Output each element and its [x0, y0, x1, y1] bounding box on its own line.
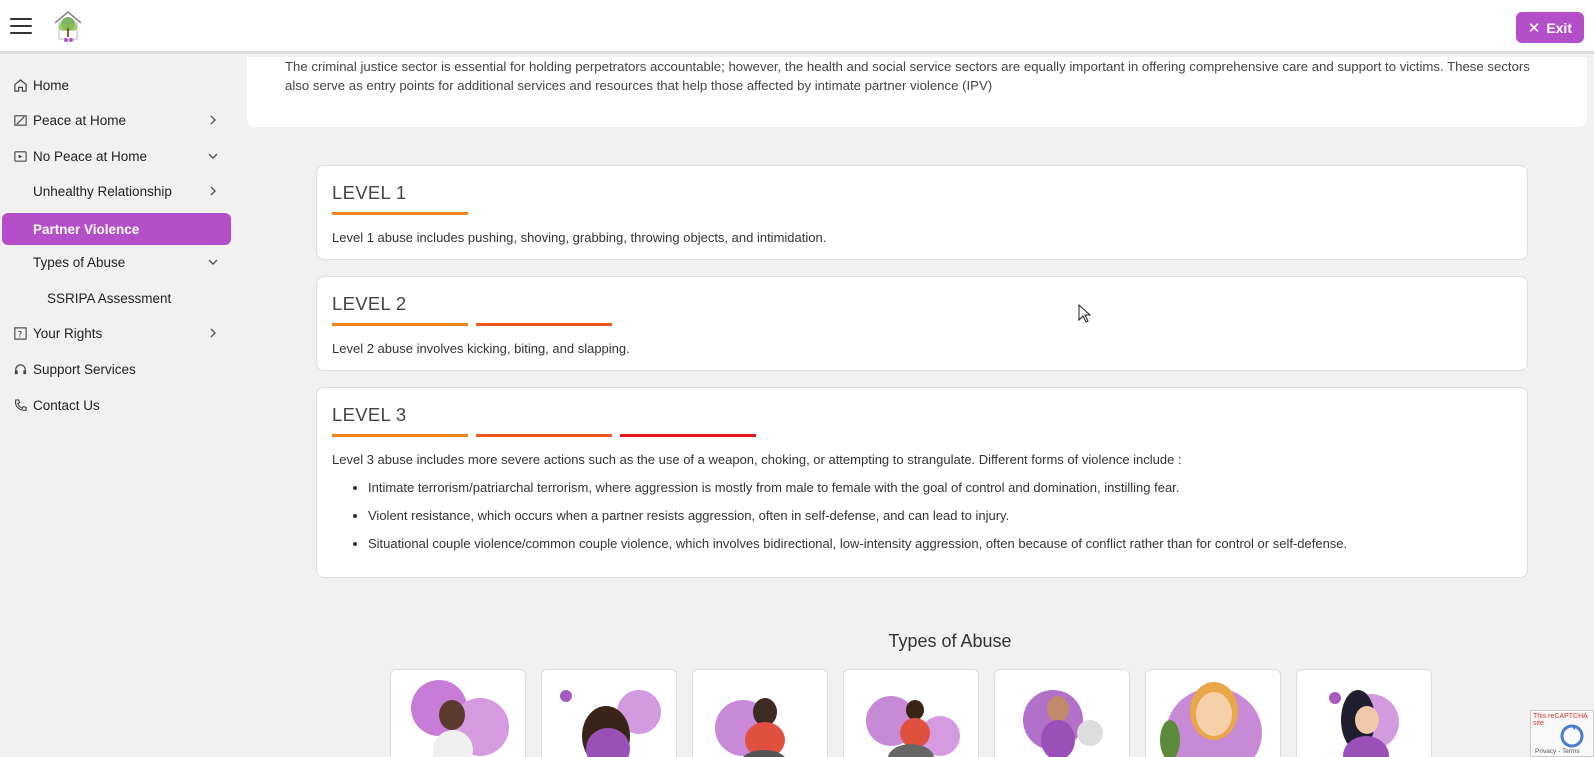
level-title: LEVEL 2: [332, 293, 407, 314]
recaptcha-icon: [1560, 724, 1584, 748]
level-description: Level 3 abuse includes more severe actio…: [332, 452, 1182, 467]
abuse-type-card[interactable]: [1145, 669, 1281, 757]
violence-forms-list: Intimate terrorism/patriarchal terrorism…: [353, 479, 1347, 563]
chevron-down-icon: [208, 259, 218, 265]
abuse-types-row: [390, 669, 1432, 757]
sidebar-item-label: Unhealthy Relationship: [33, 183, 172, 199]
sidebar-item-support-services[interactable]: Support Services: [2, 353, 231, 385]
severity-bars: [332, 434, 756, 437]
sidebar-item-label: Types of Abuse: [33, 254, 126, 270]
abuse-type-card[interactable]: [1296, 669, 1432, 757]
intro-card: The criminal justice sector is essential…: [247, 57, 1587, 127]
level-title: LEVEL 3: [332, 404, 407, 425]
level-description: Level 2 abuse involves kicking, biting, …: [332, 341, 630, 356]
rights-icon: ?: [12, 325, 28, 341]
sidebar-item-label: Partner Violence: [33, 221, 140, 237]
level-2-card: LEVEL 2 Level 2 abuse involves kicking, …: [316, 276, 1528, 371]
sidebar-item-unhealthy-relationship[interactable]: Unhealthy Relationship: [2, 175, 231, 207]
severity-bar: [332, 434, 468, 437]
severity-bar: [332, 212, 468, 215]
phone-icon: [12, 397, 28, 413]
severity-bar: [620, 434, 756, 437]
hamburger-icon[interactable]: [10, 18, 32, 34]
home-icon: [12, 77, 28, 93]
close-icon: ✕: [1527, 19, 1541, 37]
abuse-type-card[interactable]: [541, 669, 677, 757]
abuse-type-card[interactable]: [390, 669, 526, 757]
recaptcha-badge[interactable]: This reCAPTCHA site Privacy - Terms: [1530, 710, 1594, 757]
peace-icon: [12, 112, 28, 128]
sidebar-item-ssripa-assessment[interactable]: SSRIPA Assessment: [2, 282, 231, 314]
level-3-card: LEVEL 3 Level 3 abuse includes more seve…: [316, 387, 1528, 578]
sidebar: Home Peace at Home No Peace at Home Unhe…: [0, 57, 236, 757]
abuse-type-card[interactable]: [843, 669, 979, 757]
level-1-card: LEVEL 1 Level 1 abuse includes pushing, …: [316, 165, 1528, 260]
severity-bars: [332, 323, 612, 326]
severity-bar: [332, 323, 468, 326]
severity-bar: [476, 434, 612, 437]
chevron-right-icon: [210, 186, 216, 196]
sidebar-item-label: Home: [33, 77, 70, 93]
sidebar-item-home[interactable]: Home: [2, 69, 231, 101]
chevron-right-icon: [210, 328, 216, 338]
list-item: Situational couple violence/common coupl…: [368, 535, 1347, 552]
sidebar-item-label: SSRIPA Assessment: [47, 290, 172, 306]
mouse-cursor-icon: [1078, 304, 1092, 323]
severity-bars: [332, 212, 468, 215]
support-icon: [12, 361, 28, 377]
exit-label: Exit: [1546, 19, 1572, 36]
level-description: Level 1 abuse includes pushing, shoving,…: [332, 230, 827, 245]
intro-text: The criminal justice sector is essential…: [285, 59, 1530, 93]
sidebar-item-label: Support Services: [33, 361, 136, 377]
severity-bar: [476, 323, 612, 326]
list-item: Violent resistance, which occurs when a …: [368, 507, 1347, 524]
sidebar-item-partner-violence[interactable]: Partner Violence: [2, 213, 231, 245]
abuse-type-card[interactable]: [994, 669, 1130, 757]
svg-text:?: ?: [17, 329, 21, 339]
recaptcha-terms: Privacy - Terms: [1535, 748, 1580, 755]
sidebar-item-label: Contact Us: [33, 397, 100, 413]
sidebar-item-label: Peace at Home: [33, 112, 127, 128]
level-title: LEVEL 1: [332, 182, 407, 203]
sidebar-item-your-rights[interactable]: ? Your Rights: [2, 317, 231, 349]
sidebar-item-label: Your Rights: [33, 325, 103, 341]
sidebar-item-label: No Peace at Home: [33, 148, 148, 164]
sidebar-item-no-peace-at-home[interactable]: No Peace at Home: [2, 140, 231, 172]
sidebar-item-contact-us[interactable]: Contact Us: [2, 389, 231, 421]
chevron-down-icon: [208, 153, 218, 159]
types-of-abuse-heading: Types of Abuse: [888, 631, 1012, 651]
list-item: Intimate terrorism/patriarchal terrorism…: [368, 479, 1347, 496]
top-bar: ✕ Exit: [0, 0, 1594, 54]
sidebar-item-peace-at-home[interactable]: Peace at Home: [2, 104, 231, 136]
chevron-right-icon: [210, 115, 216, 125]
tree-house-logo[interactable]: [52, 9, 84, 45]
sidebar-item-types-of-abuse[interactable]: Types of Abuse: [2, 246, 231, 278]
exit-button[interactable]: ✕ Exit: [1515, 12, 1584, 43]
abuse-type-card[interactable]: [692, 669, 828, 757]
video-icon: [12, 148, 28, 164]
